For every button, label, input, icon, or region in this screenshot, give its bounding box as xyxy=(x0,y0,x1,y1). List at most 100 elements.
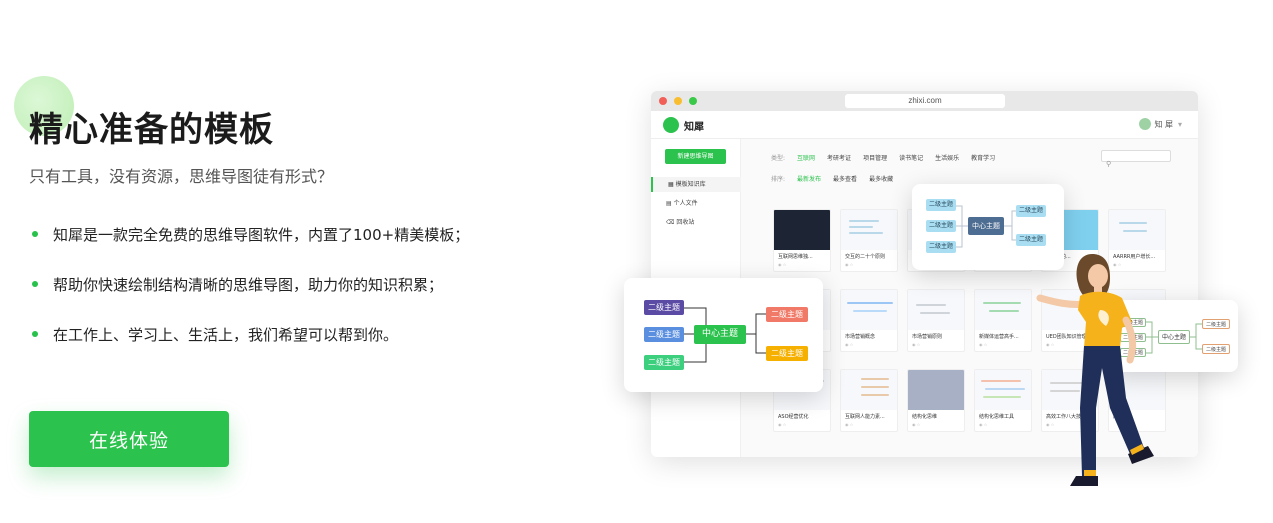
template-thumbnail xyxy=(1109,210,1165,250)
try-online-button[interactable]: 在线体验 xyxy=(29,411,229,467)
mindmap-card-left: 二级主题 二级主题 二级主题 中心主题 二级主题 二级主题 xyxy=(624,278,823,392)
template-stats: ◉ ☆ xyxy=(979,422,988,427)
app-name: 知犀 xyxy=(684,122,704,133)
filter-option: 读书笔记 xyxy=(899,155,924,162)
template-thumbnail xyxy=(975,290,1031,330)
filter-option: 互联网 xyxy=(797,155,816,162)
search-icon: ⚲ xyxy=(1106,160,1112,168)
template-card: 交互的二十个原则 ◉ ☆ xyxy=(840,209,898,272)
template-stats: ◉ ☆ xyxy=(912,422,921,427)
feature-text: 帮助你快速绘制结构清晰的思维导图，助力你的知识积累； xyxy=(53,275,444,294)
grid-icon: ▦ xyxy=(668,181,676,188)
template-name: 市场营销原则 xyxy=(912,334,943,340)
filter-option: 考研考证 xyxy=(827,155,852,162)
template-stats: ◉ ☆ xyxy=(845,342,854,347)
search-input: ⚲ xyxy=(1101,150,1171,168)
secondary-topic-node: 二级主题 xyxy=(1202,344,1230,354)
user-menu: 知 犀 ▾ xyxy=(1139,118,1182,130)
template-name: 市场营销概念 xyxy=(845,334,876,340)
sidebar-item-label: 回收站 xyxy=(676,219,695,226)
central-topic-node: 中心主题 xyxy=(968,217,1004,235)
template-thumbnail xyxy=(975,370,1031,410)
close-dot-icon xyxy=(659,97,667,105)
app-header: 知犀 知 犀 ▾ xyxy=(651,111,1198,139)
avatar xyxy=(1139,118,1152,130)
sidebar-item-label: 模板知识库 xyxy=(675,181,706,188)
secondary-topic-node: 二级主题 xyxy=(644,327,684,342)
sort-option: 最新发布 xyxy=(797,176,822,183)
template-stats: ◉ ☆ xyxy=(845,262,854,267)
feature-text: 在工作上、学习上、生活上，我们希望可以帮到你。 xyxy=(53,325,399,344)
template-thumbnail xyxy=(908,290,964,330)
secondary-topic-node: 二级主题 xyxy=(926,220,956,232)
woman-illustration xyxy=(1036,254,1154,486)
filter-label: 类型: xyxy=(771,155,786,162)
hero-subtitle: 只有工具，没有资源，思维导图徒有形式？ xyxy=(29,167,334,186)
template-card: 结构化思维工具 ◉ ☆ xyxy=(974,369,1032,432)
trash-icon: ⌫ xyxy=(666,219,677,226)
hero-title: 精心准备的模板 xyxy=(29,110,274,150)
template-card: 新媒体运营高手... ◉ ☆ xyxy=(974,289,1032,352)
browser-titlebar: zhixi.com xyxy=(651,91,1198,111)
hero-section: 精心准备的模板 只有工具，没有资源，思维导图徒有形式？ 知犀是一款完全免费的思维… xyxy=(0,0,600,523)
address-bar: zhixi.com xyxy=(845,94,1005,108)
maximize-dot-icon xyxy=(689,97,697,105)
sort-label: 排序: xyxy=(771,176,786,183)
file-icon: ▤ xyxy=(666,200,674,207)
feature-item: 在工作上、学习上、生活上，我们希望可以帮到你。 xyxy=(32,322,469,346)
sidebar-item-template-library: ▦ 模板知识库 xyxy=(651,177,741,192)
template-stats: ◉ ☆ xyxy=(778,422,787,427)
feature-list: 知犀是一款完全免费的思维导图软件，内置了100+精美模板； 帮助你快速绘制结构清… xyxy=(32,222,469,372)
template-name: 新媒体运营高手... xyxy=(979,334,1019,340)
sort-option: 最多查看 xyxy=(833,176,858,183)
bullet-dot-icon xyxy=(32,231,38,237)
type-filter: 类型: 互联网 考研考证 项目管理 读书笔记 生活娱乐 教育学习 xyxy=(771,153,995,162)
secondary-topic-node: 二级主题 xyxy=(644,355,684,370)
template-card: 市场营销概念 ◉ ☆ xyxy=(840,289,898,352)
template-thumbnail xyxy=(841,290,897,330)
secondary-topic-node: 二级主题 xyxy=(644,300,684,315)
sort-filter: 排序: 最新发布 最多查看 最多收藏 xyxy=(771,174,893,183)
template-card: 互联网人能力素... ◉ ☆ xyxy=(840,369,898,432)
template-name: 结构化思维 xyxy=(912,414,938,420)
secondary-topic-node: 二级主题 xyxy=(766,346,808,361)
template-stats: ◉ ☆ xyxy=(912,342,921,347)
template-thumbnail xyxy=(841,210,897,250)
template-stats: ◉ ☆ xyxy=(979,342,988,347)
secondary-topic-node: 二级主题 xyxy=(926,199,956,211)
secondary-topic-node: 二级主题 xyxy=(766,307,808,322)
template-name: 互联网思维独... xyxy=(778,254,813,260)
template-stats: ◉ ☆ xyxy=(778,262,787,267)
template-name: 互联网人能力素... xyxy=(845,414,885,420)
zhixi-logo-icon xyxy=(663,117,679,133)
user-name: 知 犀 xyxy=(1154,119,1173,129)
template-name: ASO经营优化 xyxy=(778,414,809,420)
secondary-topic-node: 二级主题 xyxy=(1016,234,1046,246)
secondary-topic-node: 二级主题 xyxy=(926,241,956,253)
template-stats: ◉ ☆ xyxy=(845,422,854,427)
feature-text: 知犀是一款完全免费的思维导图软件，内置了100+精美模板； xyxy=(53,225,470,244)
filter-option: 生活娱乐 xyxy=(935,155,960,162)
sort-option: 最多收藏 xyxy=(869,176,894,183)
template-card: 互联网思维独... ◉ ☆ xyxy=(773,209,831,272)
secondary-topic-node: 二级主题 xyxy=(1202,319,1230,329)
central-topic-node: 中心主题 xyxy=(694,325,746,344)
feature-item: 知犀是一款完全免费的思维导图软件，内置了100+精美模板； xyxy=(32,222,469,246)
bullet-dot-icon xyxy=(32,281,38,287)
filter-option: 项目管理 xyxy=(863,155,888,162)
minimize-dot-icon xyxy=(674,97,682,105)
secondary-topic-node: 二级主题 xyxy=(1016,205,1046,217)
sidebar-item-label: 个人文件 xyxy=(673,200,698,207)
template-card: 结构化思维 ◉ ☆ xyxy=(907,369,965,432)
sidebar-item-trash: ⌫ 回收站 xyxy=(651,215,741,230)
template-card: 市场营销原则 ◉ ☆ xyxy=(907,289,965,352)
template-thumbnail xyxy=(908,370,964,410)
filter-option: 教育学习 xyxy=(971,155,996,162)
template-name: 结构化思维工具 xyxy=(979,414,1015,420)
sidebar-item-personal-files: ▤ 个人文件 xyxy=(651,196,741,211)
new-mindmap-button: 新建思维导图 xyxy=(665,149,726,164)
template-thumbnail xyxy=(774,210,830,250)
chevron-down-icon: ▾ xyxy=(1177,119,1182,129)
template-thumbnail xyxy=(841,370,897,410)
template-name: 交互的二十个原则 xyxy=(845,254,886,260)
